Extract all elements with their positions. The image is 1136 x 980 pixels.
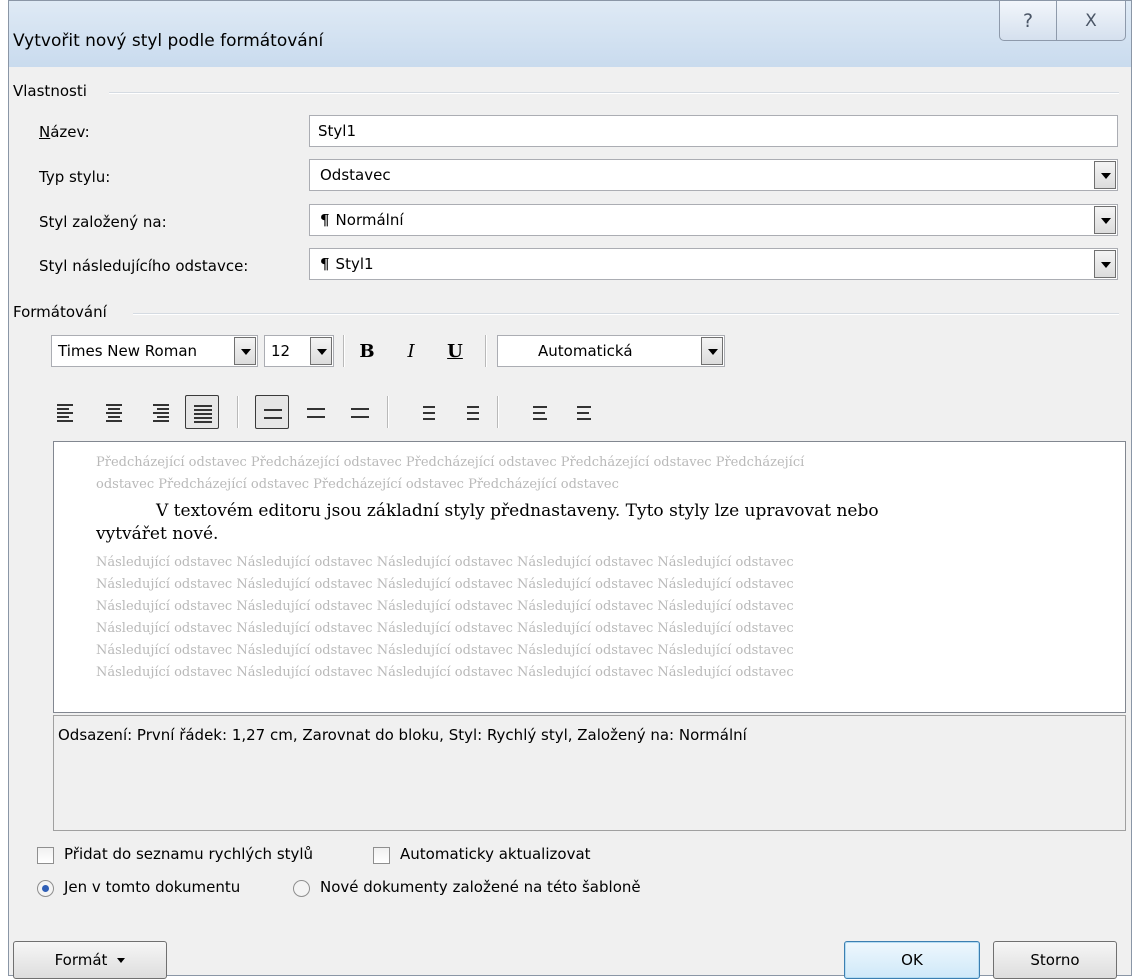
- format-button-label: Formát: [54, 951, 108, 969]
- based-on-value: Normální: [335, 211, 404, 229]
- format-menu-button[interactable]: Formát: [13, 941, 167, 979]
- preview-previous-line: odstavec Předcházející odstavec Předcház…: [96, 477, 619, 492]
- auto-update-label: Automaticky aktualizovat: [400, 845, 591, 863]
- style-preview: Předcházející odstavec Předcházející ods…: [53, 441, 1126, 713]
- chevron-down-icon[interactable]: [1094, 250, 1116, 278]
- dialog-body: Vlastnosti Název: Styl1 Typ stylu: Odsta…: [13, 67, 1127, 979]
- auto-update-checkbox[interactable]: [373, 847, 390, 864]
- toolbar-separator: [485, 335, 487, 367]
- align-center-icon[interactable]: [97, 395, 131, 429]
- double-spacing-icon[interactable]: [343, 395, 377, 429]
- add-quick-style-checkbox[interactable]: [37, 847, 54, 864]
- preview-following-line: Následující odstavec Následující odstave…: [96, 643, 794, 658]
- preview-previous-paragraph: Předcházející odstavec Předcházející ods…: [96, 452, 986, 496]
- next-paragraph-label: Styl následujícího odstavce:: [39, 257, 249, 275]
- paragraph-icon: ¶: [320, 211, 330, 229]
- chevron-down-icon: [117, 957, 126, 963]
- style-type-value: Odstavec: [320, 166, 391, 184]
- next-paragraph-value: Styl1: [335, 255, 374, 273]
- style-description-text: Odsazení: První řádek: 1,27 cm, Zarovnat…: [58, 726, 747, 744]
- name-label-text: ázev:: [50, 123, 90, 141]
- ok-button-label: OK: [901, 951, 923, 969]
- help-button[interactable]: ?: [999, 1, 1057, 41]
- toolbar-separator: [343, 335, 345, 367]
- chevron-down-icon[interactable]: [310, 337, 332, 365]
- preview-following-line: Následující odstavec Následující odstave…: [96, 555, 794, 570]
- style-type-select[interactable]: Odstavec: [309, 159, 1118, 191]
- one-half-spacing-icon[interactable]: [299, 395, 333, 429]
- single-spacing-icon[interactable]: [255, 395, 289, 429]
- new-documents-radio[interactable]: [293, 880, 310, 897]
- chevron-down-icon[interactable]: [1094, 161, 1116, 189]
- toolbar-separator: [497, 396, 499, 428]
- title-bar[interactable]: Vytvořit nový styl podle formátování ? X: [9, 1, 1131, 67]
- preview-following-line: Následující odstavec Následující odstave…: [96, 599, 794, 614]
- font-value: Times New Roman: [58, 342, 198, 360]
- based-on-label: Styl založený na:: [39, 213, 167, 231]
- preview-current-paragraph: V textovém editoru jsou základní styly p…: [96, 500, 1071, 546]
- chevron-down-icon[interactable]: [1094, 206, 1116, 234]
- justify-icon[interactable]: [185, 395, 219, 429]
- style-description: Odsazení: První řádek: 1,27 cm, Zarovnat…: [53, 715, 1126, 831]
- preview-current-line: V textovém editoru jsou základní styly p…: [156, 501, 879, 521]
- properties-divider: [109, 92, 1119, 94]
- only-this-document-radio[interactable]: [37, 880, 54, 897]
- preview-following-line: Následující odstavec Následující odstave…: [96, 621, 794, 636]
- preview-current-line: vytvářet nové.: [96, 524, 219, 544]
- formatting-group-title: Formátování: [13, 303, 107, 321]
- dialog-title: Vytvořit nový styl podle formátování: [13, 31, 324, 51]
- close-button[interactable]: X: [1056, 1, 1126, 41]
- underline-button[interactable]: U: [439, 335, 471, 367]
- based-on-select[interactable]: ¶ Normální: [309, 204, 1118, 236]
- toolbar-separator: [387, 396, 389, 428]
- ok-button[interactable]: OK: [844, 941, 980, 979]
- cancel-button-label: Storno: [1030, 951, 1080, 969]
- font-select[interactable]: Times New Roman: [51, 335, 258, 367]
- close-icon: X: [1085, 10, 1097, 31]
- increase-indent-icon[interactable]: [563, 395, 597, 429]
- font-color-select[interactable]: Automatická: [497, 335, 725, 367]
- chevron-down-icon[interactable]: [234, 337, 256, 365]
- align-left-icon[interactable]: [51, 395, 85, 429]
- cancel-button[interactable]: Storno: [993, 941, 1117, 979]
- next-paragraph-select[interactable]: ¶ Styl1: [309, 248, 1118, 280]
- help-icon: ?: [1022, 9, 1034, 32]
- chevron-down-icon[interactable]: [701, 337, 723, 365]
- decrease-paragraph-spacing-icon[interactable]: [453, 395, 487, 429]
- italic-button[interactable]: I: [395, 335, 427, 367]
- formatting-divider: [133, 313, 1119, 315]
- properties-group-title: Vlastnosti: [13, 82, 87, 100]
- font-size-select[interactable]: 12: [264, 335, 334, 367]
- create-style-dialog: Vytvořit nový styl podle formátování ? X…: [8, 0, 1132, 979]
- name-label: Název:: [39, 123, 90, 141]
- toolbar-separator: [237, 396, 239, 428]
- style-type-label: Typ stylu:: [39, 168, 111, 186]
- preview-following-paragraph: Následující odstavec Následující odstave…: [96, 552, 996, 684]
- new-documents-label: Nové dokumenty založené na této šabloně: [320, 878, 641, 896]
- add-quick-style-label: Přidat do seznamu rychlých stylů: [64, 845, 314, 863]
- decrease-indent-icon[interactable]: [519, 395, 553, 429]
- paragraph-icon: ¶: [320, 255, 330, 273]
- only-this-document-label: Jen v tomto dokumentu: [64, 878, 241, 896]
- font-size-value: 12: [271, 342, 291, 360]
- preview-following-line: Následující odstavec Následující odstave…: [96, 577, 794, 592]
- style-name-input[interactable]: Styl1: [309, 115, 1118, 147]
- font-color-value: Automatická: [538, 342, 633, 360]
- align-right-icon[interactable]: [141, 395, 175, 429]
- preview-following-line: Následující odstavec Následující odstave…: [96, 665, 794, 680]
- preview-previous-line: Předcházející odstavec Předcházející ods…: [96, 455, 805, 470]
- bold-button[interactable]: B: [351, 335, 383, 367]
- increase-paragraph-spacing-icon[interactable]: [409, 395, 443, 429]
